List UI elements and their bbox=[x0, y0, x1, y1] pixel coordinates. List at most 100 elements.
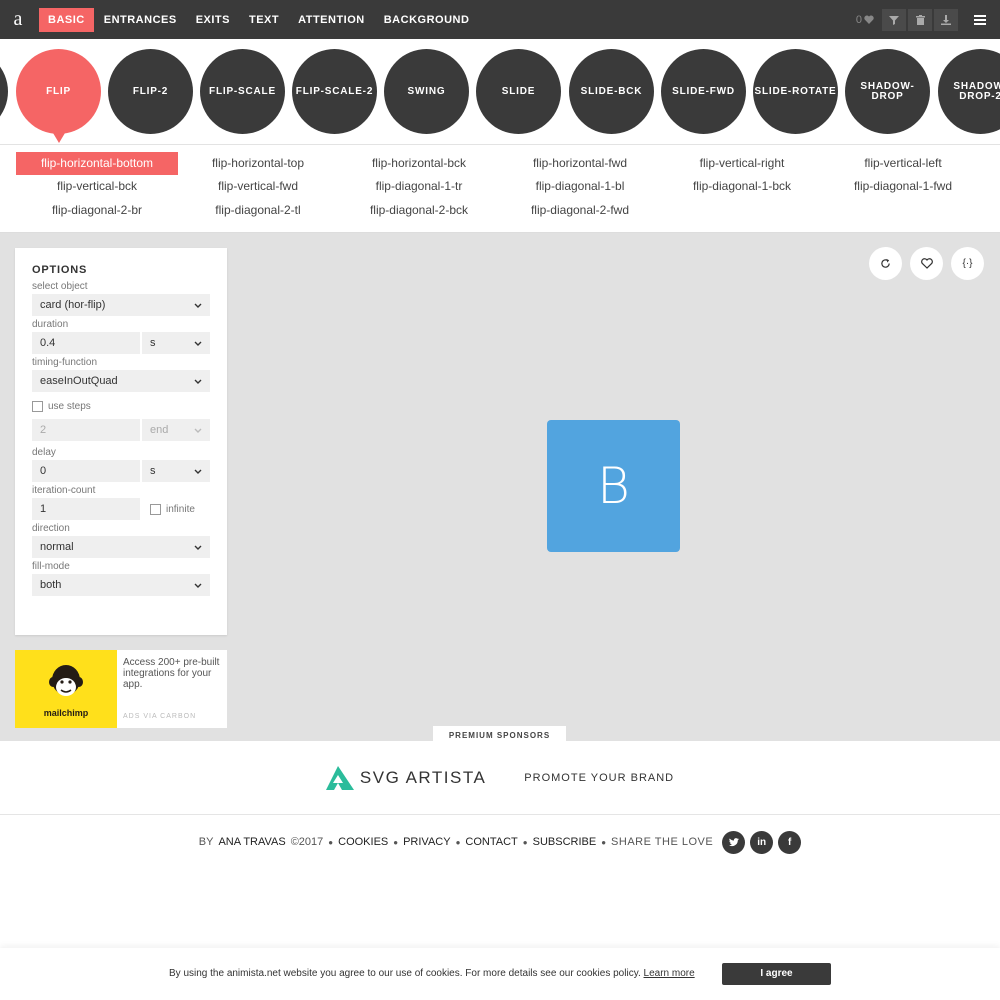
select-object-dropdown[interactable]: card (hor-flip) bbox=[32, 294, 210, 316]
variant-item[interactable]: flip-diagonal-1-fwd bbox=[822, 175, 984, 198]
toolbar: 0 bbox=[856, 0, 1000, 39]
promote-brand-link[interactable]: PROMOTE YOUR BRAND bbox=[524, 772, 674, 784]
nav-exits[interactable]: EXITS bbox=[187, 8, 239, 32]
select-object-value: card (hor-flip) bbox=[40, 299, 106, 311]
direction-dropdown[interactable]: normal bbox=[32, 536, 210, 558]
category-slide-bck[interactable]: SLIDE-BCK bbox=[569, 49, 654, 134]
chevron-down-icon bbox=[194, 583, 202, 588]
trash-icon bbox=[915, 14, 925, 25]
favorite-button[interactable] bbox=[910, 247, 943, 280]
menu-button[interactable] bbox=[960, 0, 1000, 39]
variant-item[interactable]: flip-diagonal-2-tl bbox=[177, 199, 339, 222]
replay-button[interactable] bbox=[869, 247, 902, 280]
nav-entrances[interactable]: ENTRANCES bbox=[95, 8, 186, 32]
favorites-count[interactable]: 0 bbox=[856, 14, 874, 26]
category-shadow-drop-2[interactable]: SHADOW-DROP-2 bbox=[938, 49, 1000, 134]
use-steps-label: use steps bbox=[48, 400, 91, 412]
facebook-button[interactable]: f bbox=[778, 830, 802, 854]
category-flip-2[interactable]: FLIP-2 bbox=[108, 49, 193, 134]
ad-copy[interactable]: Access 200+ pre-built integrations for y… bbox=[117, 650, 227, 728]
category-prev-hidden[interactable] bbox=[0, 49, 8, 134]
options-panel: OPTIONS select object card (hor-flip) du… bbox=[15, 248, 227, 635]
linkedin-button[interactable]: in bbox=[750, 830, 774, 854]
download-button[interactable] bbox=[934, 8, 958, 31]
category-flip-scale[interactable]: FLIP-SCALE bbox=[200, 49, 285, 134]
cookie-text: By using the animista.net website you ag… bbox=[169, 968, 695, 979]
steps-position-dropdown[interactable]: end bbox=[142, 419, 210, 441]
fill-mode-dropdown[interactable]: both bbox=[32, 574, 210, 596]
footer-author[interactable]: ANA TRAVAS bbox=[218, 836, 285, 848]
use-steps-row: use steps bbox=[32, 395, 210, 417]
variant-item[interactable]: flip-horizontal-top bbox=[177, 152, 339, 175]
variant-item[interactable]: flip-diagonal-2-bck bbox=[338, 199, 500, 222]
delay-unit-dropdown[interactable]: s bbox=[142, 460, 210, 482]
variant-item[interactable]: flip-diagonal-1-bck bbox=[661, 175, 823, 198]
variant-item[interactable]: flip-vertical-left bbox=[822, 152, 984, 175]
learn-more-link[interactable]: Learn more bbox=[644, 968, 695, 979]
nav-basic[interactable]: BASIC bbox=[39, 7, 94, 32]
footer-subscribe-link[interactable]: SUBSCRIBE bbox=[533, 836, 597, 848]
footer-by: BY bbox=[198, 836, 214, 848]
filter-button[interactable] bbox=[882, 8, 906, 31]
variant-item[interactable]: flip-vertical-right bbox=[661, 152, 823, 175]
logo[interactable]: a bbox=[0, 8, 36, 31]
use-steps-checkbox[interactable] bbox=[32, 400, 43, 412]
footer-year: ©2017 bbox=[290, 836, 324, 848]
variant-item[interactable]: flip-horizontal-fwd bbox=[499, 152, 661, 175]
variant-item[interactable]: flip-diagonal-1-bl bbox=[499, 175, 661, 198]
svg-artista-logo-icon bbox=[325, 765, 354, 790]
duration-input[interactable]: 0.4 bbox=[32, 332, 140, 354]
infinite-checkbox[interactable] bbox=[150, 503, 161, 515]
chevron-down-icon bbox=[194, 341, 202, 346]
footer-separator: ● bbox=[455, 837, 461, 847]
timing-function-value: easeInOutQuad bbox=[40, 375, 118, 387]
monkey-icon bbox=[49, 665, 83, 696]
iteration-count-input[interactable]: 1 bbox=[32, 498, 140, 520]
variant-item[interactable]: flip-horizontal-bottom bbox=[16, 152, 178, 175]
svg-artista-sponsor[interactable]: SVG ARTISTA bbox=[325, 765, 487, 790]
twitter-button[interactable] bbox=[722, 830, 746, 854]
footer-cookies-link[interactable]: COOKIES bbox=[338, 836, 388, 848]
chevron-down-icon bbox=[194, 379, 202, 384]
category-flip-scale-2[interactable]: FLIP-SCALE-2 bbox=[292, 49, 377, 134]
heart-icon bbox=[864, 15, 874, 24]
category-flip[interactable]: FLIP bbox=[16, 49, 101, 143]
sponsors-bar: SVG ARTISTA PROMOTE YOUR BRAND bbox=[0, 741, 1000, 815]
variant-item[interactable]: flip-horizontal-bck bbox=[338, 152, 500, 175]
chevron-down-icon bbox=[194, 303, 202, 308]
category-swing[interactable]: SWING bbox=[384, 49, 469, 134]
code-button[interactable]: {·} bbox=[951, 247, 984, 280]
svg-artista-label: SVG ARTISTA bbox=[359, 767, 487, 787]
steps-input[interactable]: 2 bbox=[32, 419, 140, 441]
variant-item[interactable]: flip-diagonal-2-br bbox=[16, 199, 178, 222]
ad-text: Access 200+ pre-built integrations for y… bbox=[123, 657, 220, 690]
favorites-count-value: 0 bbox=[855, 13, 862, 26]
duration-unit-value: s bbox=[150, 337, 156, 349]
duration-label: duration bbox=[32, 319, 69, 330]
variant-item[interactable]: flip-diagonal-2-fwd bbox=[499, 199, 661, 222]
nav-attention[interactable]: ATTENTION bbox=[289, 8, 374, 32]
carbon-ad[interactable]: mailchimp Access 200+ pre-built integrat… bbox=[15, 650, 227, 728]
code-icon: {·} bbox=[962, 258, 973, 269]
ad-via[interactable]: ADS VIA CARBON bbox=[123, 711, 196, 722]
category-slide[interactable]: SLIDE bbox=[476, 49, 561, 134]
category-shadow-drop[interactable]: SHADOW-DROP bbox=[845, 49, 930, 134]
mailchimp-logo[interactable]: mailchimp bbox=[15, 650, 117, 728]
footer-contact-link[interactable]: CONTACT bbox=[465, 836, 517, 848]
variant-item[interactable]: flip-vertical-fwd bbox=[177, 175, 339, 198]
main-nav: BASIC ENTRANCES EXITS TEXT ATTENTION BAC… bbox=[39, 7, 479, 32]
iteration-count-label: iteration-count bbox=[32, 485, 96, 496]
agree-button[interactable]: I agree bbox=[722, 963, 831, 985]
variant-item[interactable]: flip-vertical-bck bbox=[16, 175, 178, 198]
infinite-label: infinite bbox=[166, 503, 195, 515]
delay-input[interactable]: 0 bbox=[32, 460, 140, 482]
variant-item[interactable]: flip-diagonal-1-tr bbox=[338, 175, 500, 198]
category-slide-fwd[interactable]: SLIDE-FWD bbox=[661, 49, 746, 134]
delete-button[interactable] bbox=[908, 8, 932, 31]
timing-function-dropdown[interactable]: easeInOutQuad bbox=[32, 370, 210, 392]
nav-background[interactable]: BACKGROUND bbox=[375, 8, 479, 32]
footer-privacy-link[interactable]: PRIVACY bbox=[403, 836, 450, 848]
nav-text[interactable]: TEXT bbox=[240, 8, 288, 32]
category-slide-rotate[interactable]: SLIDE-ROTATE bbox=[753, 49, 838, 134]
duration-unit-dropdown[interactable]: s bbox=[142, 332, 210, 354]
